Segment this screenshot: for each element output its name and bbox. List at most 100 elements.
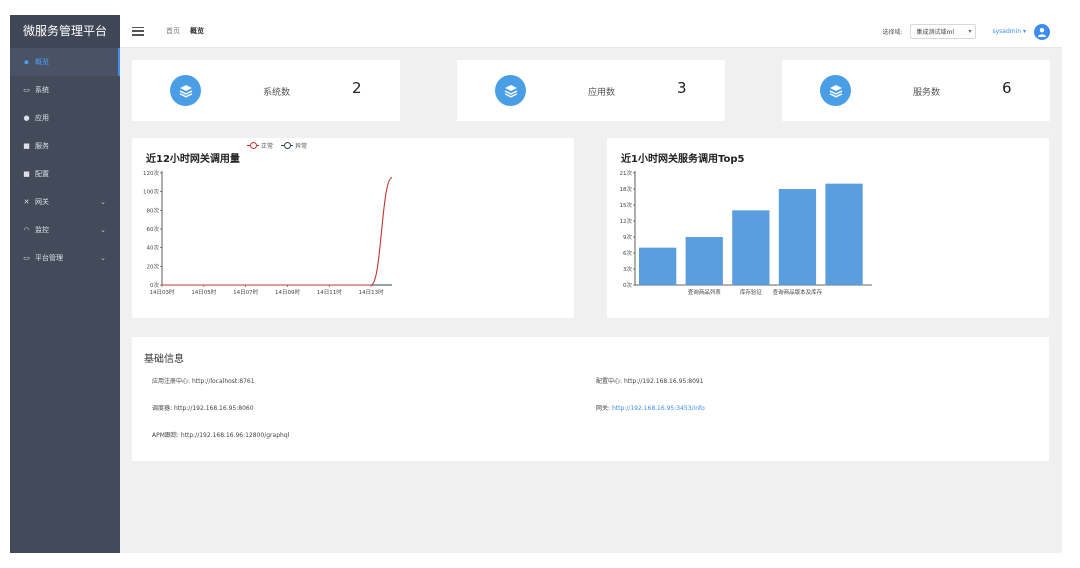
chevron-down-icon: ⌄: [100, 198, 106, 206]
y-tick-label: 21次: [620, 169, 633, 177]
layers-icon: [495, 75, 526, 106]
basic-info-panel: 基础信息 应用注册中心: http://localhost:8761 配置中心:…: [132, 337, 1049, 461]
breadcrumb-current: 概览: [190, 27, 204, 35]
y-tick-label: 12次: [620, 217, 633, 225]
info-label: 应用注册中心:: [152, 378, 191, 385]
info-row-gateway: 网关: http://192.168.16.95:3453/info: [596, 403, 705, 412]
line-chart: 0次 20次 40次 60次 80次 100次 120次 14日03时 14日05时 14日07时…: [143, 169, 393, 296]
y-tick-label: 18次: [620, 185, 633, 193]
user-icon: [1038, 27, 1046, 37]
stat-card-applications: 应用数 3: [457, 60, 725, 121]
info-row-scheduler: 调度器: http://192.168.16.95:8060: [152, 403, 254, 412]
y-tick-label: 120次: [143, 169, 159, 177]
service-icon: ■: [23, 142, 30, 150]
y-tick-label: 9次: [623, 233, 632, 241]
sidebar-item-system[interactable]: ▭ 系统: [10, 76, 120, 104]
y-tick-label: 40次: [147, 244, 160, 252]
main-content: 系统数 2 应用数 3 服务数 6 近12小时网关调用量 正常 异常 0次 20次…: [120, 48, 1062, 553]
sidebar-item-monitor[interactable]: ◠ 监控 ⌄: [10, 216, 120, 244]
domain-select-label: 选择域:: [882, 29, 903, 36]
bar-chart: 0次 3次 6次 9次 12次 15次 18次 21次查询商品列表 库存验证 查询商品版本及库存: [620, 169, 872, 296]
y-tick-label: 3次: [623, 265, 632, 273]
sidebar-item-service[interactable]: ■ 服务: [10, 132, 120, 160]
domain-select[interactable]: 集成测试域ml ▾: [910, 24, 977, 39]
info-value: http://192.168.16.95:8091: [623, 378, 704, 385]
x-tick-label: 库存验证: [740, 288, 763, 296]
x-tick-label: 14日13时: [359, 288, 384, 296]
app-icon: ●: [23, 114, 30, 122]
gateway-info-link[interactable]: http://192.168.16.95:3453/info: [612, 405, 705, 412]
stat-label: 系统数: [263, 88, 291, 98]
info-label: APM跟踪:: [152, 432, 179, 439]
sidebar-item-label: 服务: [35, 142, 49, 150]
sidebar-item-config[interactable]: ■ 配置: [10, 160, 120, 188]
x-tick-label: 14日07时: [233, 288, 258, 296]
breadcrumb-home[interactable]: 首页: [166, 26, 180, 36]
y-tick-label: 0次: [623, 281, 632, 289]
sidebar-item-application[interactable]: ● 应用: [10, 104, 120, 132]
y-tick-label: 80次: [147, 206, 160, 214]
sidebar-item-label: 概览: [35, 58, 49, 66]
breadcrumb: 首页 概览: [166, 26, 204, 36]
sidebar-menu: ▪ 概览 ▭ 系统 ● 应用 ■ 服务 ■ 配置 ✕ 网关 ⌄ ◠ 监控 ⌄ ▭…: [10, 48, 120, 272]
bar: [685, 237, 723, 285]
x-tick-label: 14日03时: [150, 288, 175, 296]
info-value: http://192.168.16.96:12800/graphql: [180, 432, 290, 439]
y-tick-label: 60次: [147, 225, 160, 233]
y-tick-label: 0次: [150, 281, 159, 289]
info-row-config-center: 配置中心: http://192.168.16.95:8091: [596, 376, 704, 385]
sidebar-item-label: 系统: [35, 86, 49, 94]
stat-label: 服务数: [913, 88, 941, 98]
caret-down-icon: ▾: [968, 28, 972, 35]
top5-services-chart-panel: 近1小时网关服务调用Top5 0次 3次 6次 9次 12次 15次 18次 21次 查询商品列…: [607, 138, 1049, 318]
app-logo-title: 微服务管理平台: [10, 15, 120, 48]
config-icon: ■: [23, 170, 30, 178]
x-tick-label: 查询商品列表: [688, 288, 722, 296]
overview-icon: ▪: [24, 58, 29, 66]
bar: [778, 189, 817, 285]
info-label: 网关:: [596, 405, 611, 412]
stat-card-systems: 系统数 2: [132, 60, 400, 121]
monitor-icon: ▭: [23, 86, 30, 94]
avatar[interactable]: [1034, 23, 1050, 40]
info-label: 配置中心:: [596, 378, 623, 385]
y-tick-label: 6次: [623, 249, 632, 257]
bar: [732, 210, 770, 285]
gauge-icon: ◠: [23, 226, 30, 234]
info-row-registry: 应用注册中心: http://localhost:8761: [152, 376, 255, 385]
chevron-down-icon: ⌄: [100, 254, 106, 262]
y-tick-label: 100次: [143, 188, 159, 196]
x-tick-label: 14日11时: [317, 288, 342, 296]
sidebar-item-gateway[interactable]: ✕ 网关 ⌄: [10, 188, 120, 216]
user-menu[interactable]: sysadmin ▾: [992, 28, 1026, 35]
info-value: http://192.168.16.95:8060: [173, 405, 254, 412]
sidebar-item-label: 应用: [35, 114, 49, 122]
y-tick-label: 20次: [147, 262, 160, 270]
info-value: http://localhost:8761: [191, 378, 255, 385]
chevron-down-icon: ⌄: [100, 226, 106, 234]
y-tick-label: 15次: [620, 201, 633, 209]
bar: [639, 247, 677, 285]
sidebar-item-platform-admin[interactable]: ▭ 平台管理 ⌄: [10, 244, 120, 272]
info-label: 调度器:: [152, 405, 173, 412]
x-tick-label: 14日05时: [191, 288, 216, 296]
x-tick-label: 查询商品版本及库存: [773, 288, 823, 296]
top-bar: 首页 概览 选择域: 集成测试域ml ▾ sysadmin ▾: [120, 15, 1062, 48]
stat-label: 应用数: [588, 88, 616, 98]
top-right-controls: 选择域: 集成测试域ml ▾ sysadmin ▾: [882, 15, 1050, 48]
sidebar-item-label: 平台管理: [35, 254, 63, 262]
sidebar: 微服务管理平台 ▪ 概览 ▭ 系统 ● 应用 ■ 服务 ■ 配置 ✕ 网关 ⌄ …: [10, 15, 120, 553]
stat-value: 3: [677, 79, 687, 97]
shuffle-icon: ✕: [23, 198, 30, 206]
gateway-calls-chart-panel: 近12小时网关调用量 正常 异常 0次 20次 40次 60次 80次 100次 120次 1…: [132, 138, 574, 318]
sidebar-item-label: 网关: [35, 198, 49, 206]
stat-card-services: 服务数 6: [782, 60, 1050, 121]
sidebar-item-label: 监控: [35, 226, 49, 234]
sidebar-item-overview[interactable]: ▪ 概览: [10, 48, 120, 76]
layers-icon: [170, 75, 201, 106]
basic-info-title: 基础信息: [144, 354, 184, 365]
sidebar-item-label: 配置: [35, 170, 49, 178]
layers-icon: [820, 75, 851, 106]
monitor-icon: ▭: [23, 254, 30, 262]
hamburger-menu-icon[interactable]: [132, 26, 144, 36]
